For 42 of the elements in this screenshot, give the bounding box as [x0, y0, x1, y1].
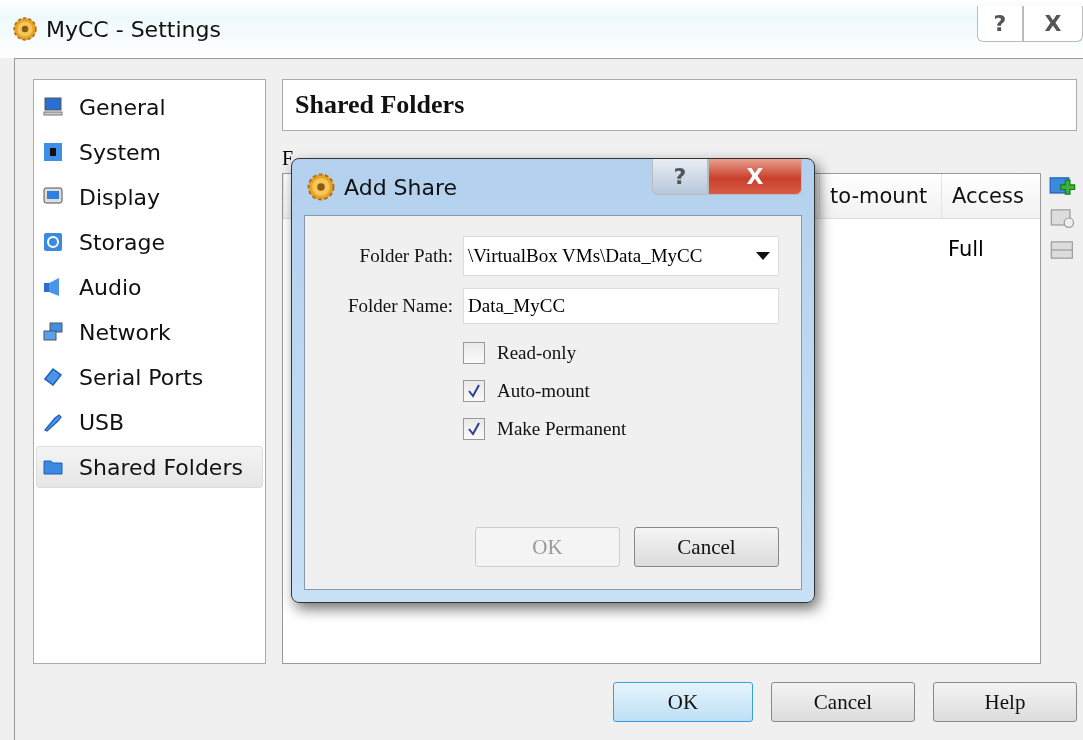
network-icon: [41, 320, 65, 344]
checkbox[interactable]: [463, 418, 485, 440]
page-title: Shared Folders: [282, 79, 1077, 131]
ok-button[interactable]: OK: [613, 682, 753, 722]
cancel-button[interactable]: Cancel: [771, 682, 915, 722]
chip-icon: [41, 140, 65, 164]
close-button[interactable]: X: [708, 159, 802, 195]
sidebar-item[interactable]: System: [36, 131, 263, 173]
help-button[interactable]: ?: [652, 159, 708, 195]
field-label: Folder Name:: [347, 295, 453, 317]
close-button[interactable]: X: [1023, 6, 1083, 42]
checkbox[interactable]: [463, 342, 485, 364]
help-button[interactable]: ?: [977, 6, 1023, 42]
checkbox[interactable]: [463, 380, 485, 402]
folder-name-field[interactable]: Data_MyCC: [463, 288, 779, 324]
sidebar-item[interactable]: Network: [36, 311, 263, 353]
folder-list-label: F: [282, 147, 295, 171]
checkbox-label: Auto-mount: [497, 380, 590, 402]
sidebar-item[interactable]: Audio: [36, 266, 263, 308]
column-header[interactable]: Access: [941, 174, 1040, 218]
checkbox-label: Make Permanent: [497, 418, 627, 440]
dropdown-caret-icon[interactable]: [756, 252, 770, 260]
sidebar-item[interactable]: USB: [36, 401, 263, 443]
check-icon: [466, 383, 482, 399]
column-header[interactable]: to-mount: [819, 174, 941, 218]
cancel-button[interactable]: Cancel: [634, 527, 779, 567]
sidebar-item[interactable]: Storage: [36, 221, 263, 263]
window-title: MyCC - Settings: [46, 16, 222, 42]
table-cell-text: Full: [947, 237, 985, 261]
sidebar-item[interactable]: Shared Folders: [36, 446, 263, 488]
sidebar-item[interactable]: Serial Ports: [36, 356, 263, 398]
help-button[interactable]: Help: [933, 682, 1077, 722]
sidebar-item[interactable]: Display: [36, 176, 263, 218]
field-label: Folder Path:: [358, 245, 453, 267]
gear-icon: [12, 16, 38, 42]
dialog-title: Add Share: [344, 174, 459, 200]
check-icon: [466, 421, 482, 437]
sidebar-item[interactable]: General: [36, 86, 263, 128]
checkbox-label: Read-only: [497, 342, 577, 364]
gear-icon: [306, 172, 336, 202]
monitor-icon: [41, 95, 65, 119]
folder-path-combo[interactable]: \VirtualBox VMs\Data_MyCC: [463, 236, 779, 276]
